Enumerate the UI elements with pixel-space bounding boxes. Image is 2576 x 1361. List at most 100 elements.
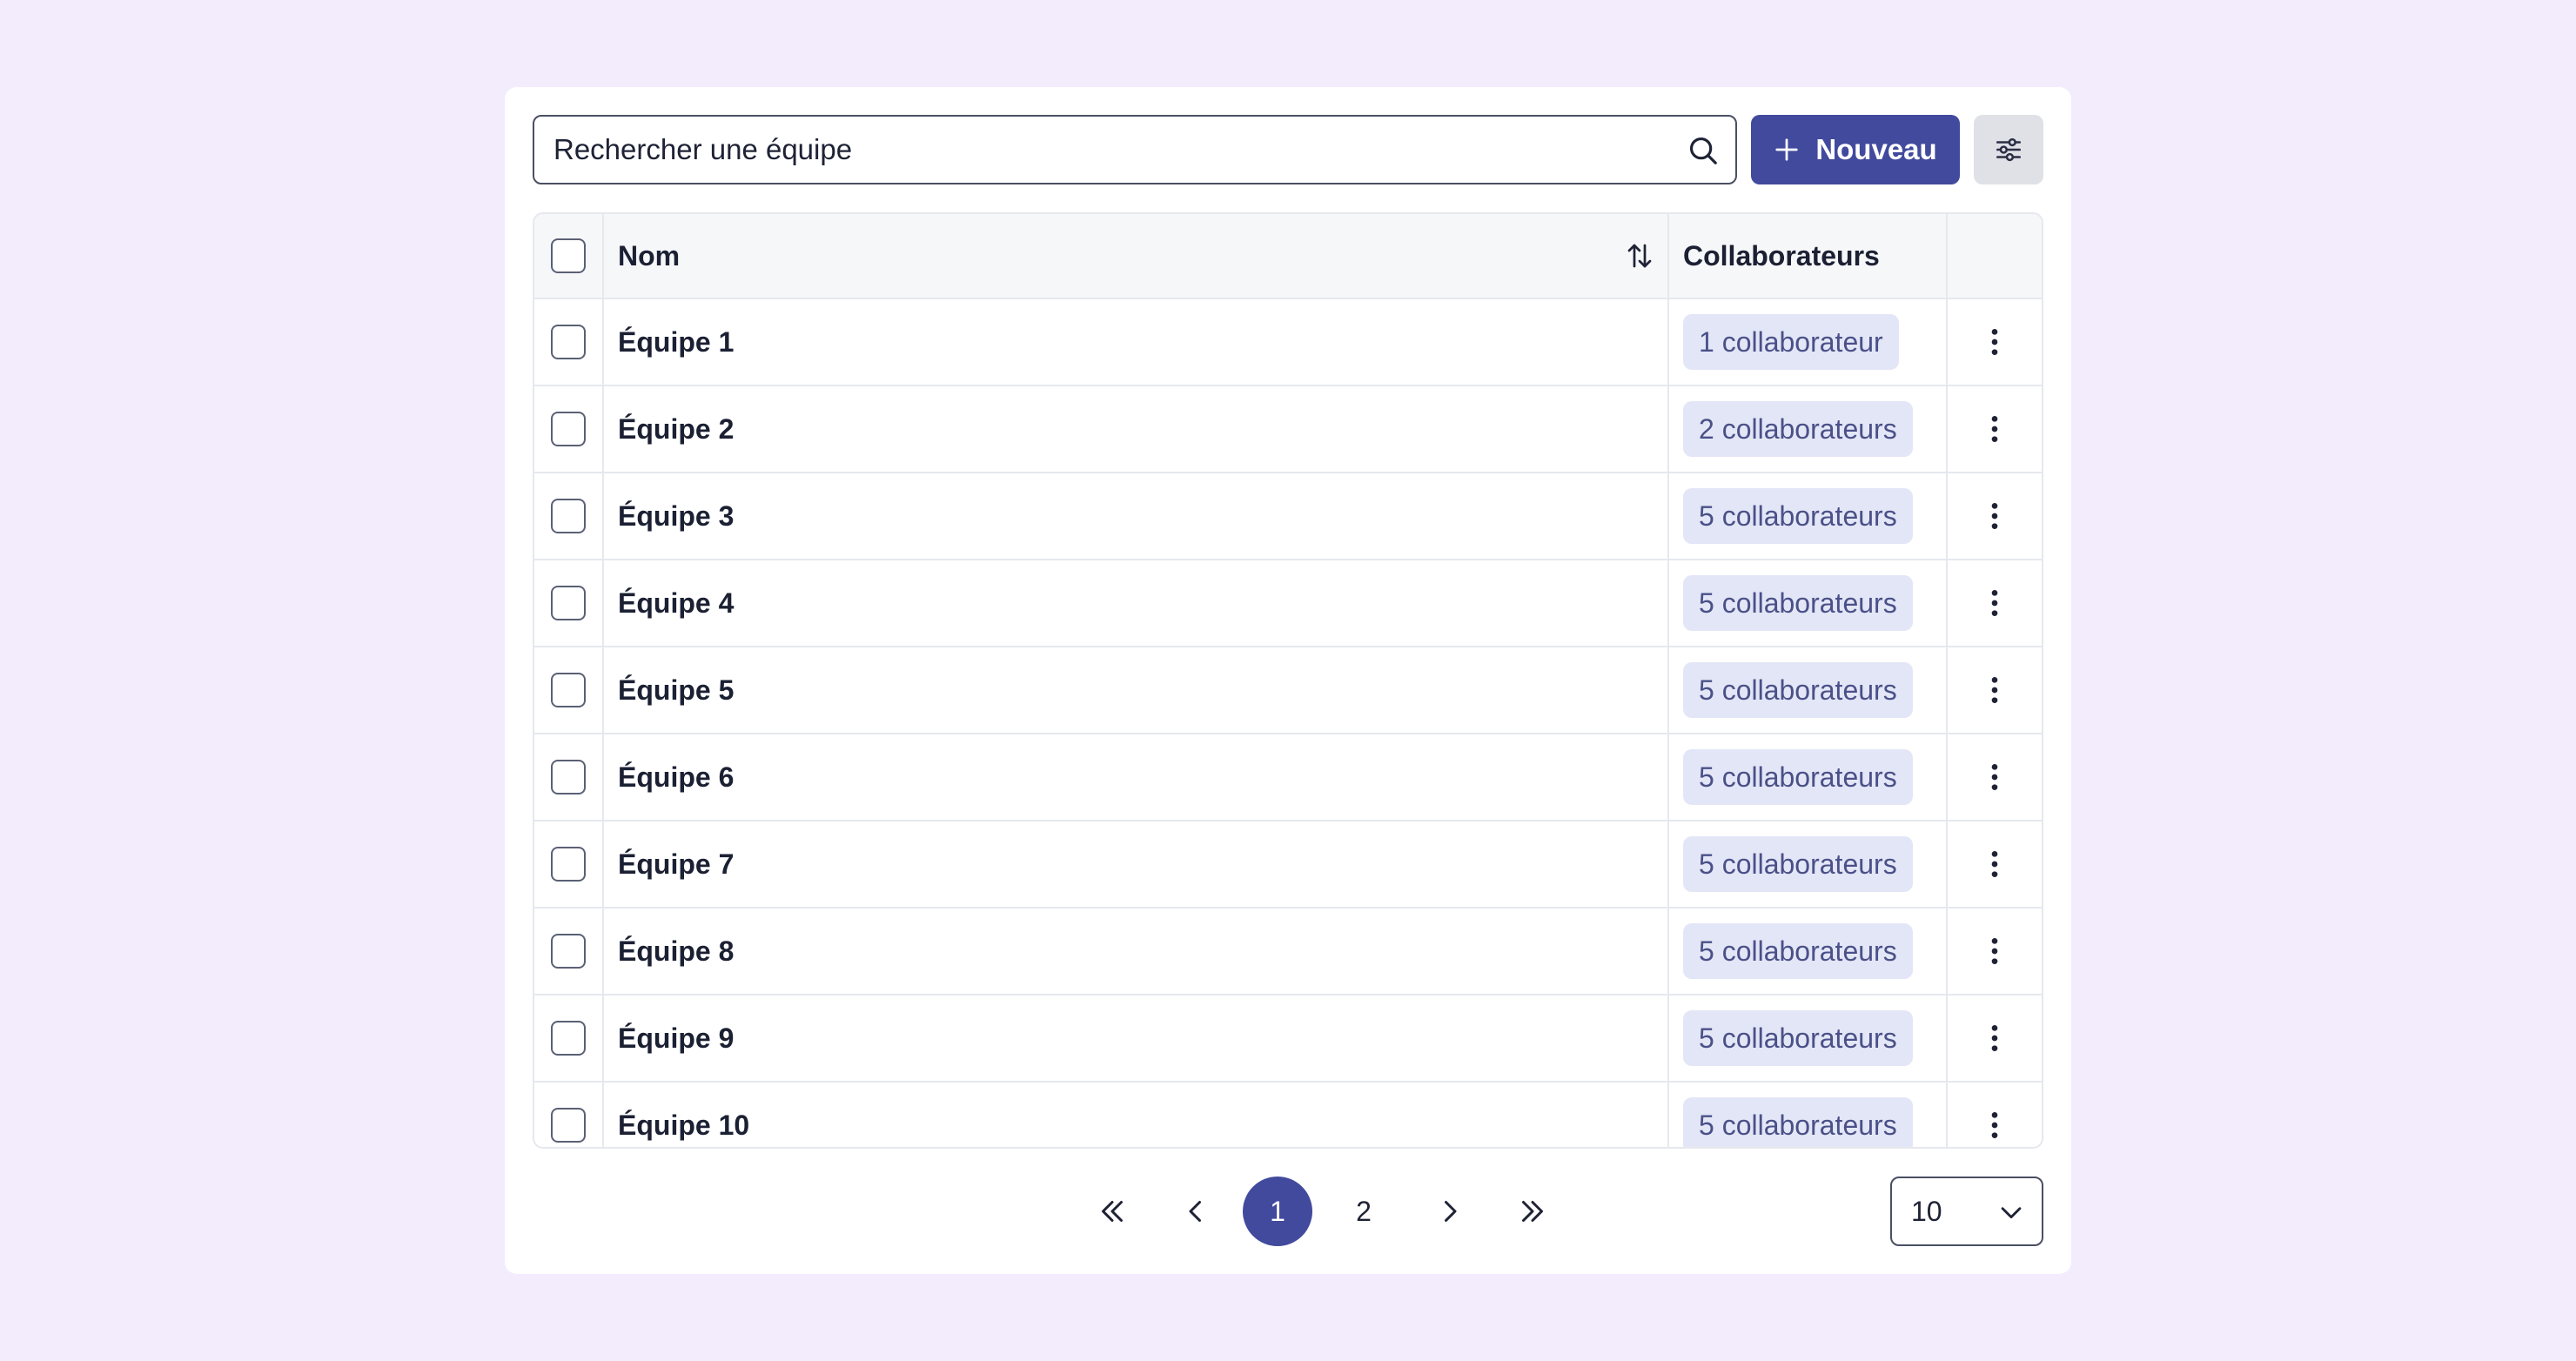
row-checkbox[interactable] (551, 673, 586, 707)
teams-card: Nouveau Nom (505, 87, 2071, 1274)
filter-settings-button[interactable] (1974, 115, 2043, 184)
kebab-icon[interactable] (1990, 675, 1999, 705)
actions-column-header (1948, 214, 2042, 298)
collaborators-cell: 5 collaborateurs (1669, 821, 1948, 907)
collaborators-cell: 5 collaborateurs (1669, 647, 1948, 733)
collaborators-cell: 5 collaborateurs (1669, 560, 1948, 646)
plus-icon (1775, 138, 1798, 161)
search-icon[interactable] (1687, 134, 1720, 167)
collaborators-cell: 5 collaborateurs (1669, 996, 1948, 1081)
table-header-row: Nom Collaborateurs (534, 214, 2042, 299)
kebab-icon[interactable] (1990, 414, 1999, 444)
row-checkbox[interactable] (551, 586, 586, 620)
table-row[interactable]: Équipe 4 5 collaborateurs (534, 560, 2042, 647)
table-row[interactable]: Équipe 8 5 collaborateurs (534, 908, 2042, 996)
row-check-cell (534, 473, 604, 559)
actions-cell (1948, 560, 2042, 646)
table-row[interactable]: Équipe 1 1 collaborateur (534, 299, 2042, 386)
kebab-icon[interactable] (1990, 936, 1999, 966)
table-row[interactable]: Équipe 2 2 collaborateurs (534, 386, 2042, 473)
kebab-icon[interactable] (1990, 588, 1999, 618)
collaborators-column-header: Collaborateurs (1669, 214, 1948, 298)
select-all-checkbox[interactable] (551, 238, 586, 273)
row-check-cell (534, 996, 604, 1081)
row-check-cell (534, 560, 604, 646)
row-checkbox[interactable] (551, 760, 586, 794)
next-page-button[interactable] (1415, 1177, 1485, 1246)
table-row[interactable]: Équipe 6 5 collaborateurs (534, 734, 2042, 821)
sliders-icon (1996, 137, 2022, 162)
per-page-value: 10 (1911, 1195, 1942, 1227)
row-check-cell (534, 734, 604, 820)
row-check-cell (534, 386, 604, 472)
team-name: Équipe 7 (604, 821, 1669, 907)
new-button-label: Nouveau (1815, 133, 1937, 165)
pagination: 1 2 10 (505, 1177, 2071, 1246)
sort-icon[interactable] (1624, 240, 1655, 272)
per-page-select[interactable]: 10 (1890, 1177, 2043, 1246)
collaborators-cell: 5 collaborateurs (1669, 473, 1948, 559)
actions-cell (1948, 996, 2042, 1081)
kebab-icon[interactable] (1990, 1110, 1999, 1140)
table-row[interactable]: Équipe 9 5 collaborateurs (534, 996, 2042, 1083)
row-check-cell (534, 821, 604, 907)
row-checkbox[interactable] (551, 1108, 586, 1143)
actions-cell (1948, 386, 2042, 472)
row-checkbox[interactable] (551, 1021, 586, 1056)
name-column-header[interactable]: Nom (604, 214, 1669, 298)
collaborators-cell: 5 collaborateurs (1669, 908, 1948, 994)
collaborators-column-label: Collaborateurs (1683, 239, 1880, 272)
row-checkbox[interactable] (551, 499, 586, 533)
kebab-icon[interactable] (1990, 762, 1999, 792)
actions-cell (1948, 734, 2042, 820)
actions-cell (1948, 821, 2042, 907)
actions-cell (1948, 908, 2042, 994)
team-name: Équipe 1 (604, 299, 1669, 385)
team-name: Équipe 5 (604, 647, 1669, 733)
table-row[interactable]: Équipe 10 5 collaborateurs (534, 1083, 2042, 1147)
collaborators-badge: 1 collaborateur (1683, 314, 1899, 370)
collaborators-cell: 2 collaborateurs (1669, 386, 1948, 472)
double-chevron-right-icon (1522, 1201, 1543, 1222)
kebab-icon[interactable] (1990, 501, 1999, 531)
row-checkbox[interactable] (551, 847, 586, 882)
collaborators-cell: 5 collaborateurs (1669, 734, 1948, 820)
chevron-left-icon (1189, 1201, 1201, 1222)
table-row[interactable]: Équipe 7 5 collaborateurs (534, 821, 2042, 908)
collaborators-badge: 2 collaborateurs (1683, 401, 1913, 457)
table-row[interactable]: Équipe 5 5 collaborateurs (534, 647, 2042, 734)
team-name: Équipe 9 (604, 996, 1669, 1081)
collaborators-badge: 5 collaborateurs (1683, 923, 1913, 979)
page-2-button[interactable]: 2 (1329, 1177, 1399, 1246)
chevron-down-icon (2001, 1207, 2022, 1219)
row-checkbox[interactable] (551, 934, 586, 969)
select-all-cell (534, 214, 604, 298)
collaborators-cell: 1 collaborateur (1669, 299, 1948, 385)
previous-page-button[interactable] (1161, 1177, 1231, 1246)
team-name: Équipe 10 (604, 1083, 1669, 1147)
team-name: Équipe 3 (604, 473, 1669, 559)
kebab-icon[interactable] (1990, 1023, 1999, 1053)
kebab-icon[interactable] (1990, 849, 1999, 879)
actions-cell (1948, 299, 2042, 385)
page-1-button[interactable]: 1 (1243, 1177, 1312, 1246)
collaborators-badge: 5 collaborateurs (1683, 1097, 1913, 1147)
row-checkbox[interactable] (551, 325, 586, 359)
kebab-icon[interactable] (1990, 327, 1999, 357)
chevron-right-icon (1445, 1201, 1457, 1222)
collaborators-badge: 5 collaborateurs (1683, 488, 1913, 544)
teams-table: Nom Collaborateurs Équipe 1 1 collaborat… (533, 212, 2043, 1149)
first-page-button[interactable] (1077, 1177, 1147, 1246)
actions-cell (1948, 1083, 2042, 1147)
table-row[interactable]: Équipe 3 5 collaborateurs (534, 473, 2042, 560)
last-page-button[interactable] (1498, 1177, 1567, 1246)
search-box[interactable] (533, 115, 1737, 184)
new-team-button[interactable]: Nouveau (1751, 115, 1960, 184)
name-column-label: Nom (618, 239, 681, 272)
row-checkbox[interactable] (551, 412, 586, 446)
actions-cell (1948, 473, 2042, 559)
team-name: Équipe 2 (604, 386, 1669, 472)
row-check-cell (534, 908, 604, 994)
search-input[interactable] (553, 117, 1676, 183)
row-check-cell (534, 299, 604, 385)
